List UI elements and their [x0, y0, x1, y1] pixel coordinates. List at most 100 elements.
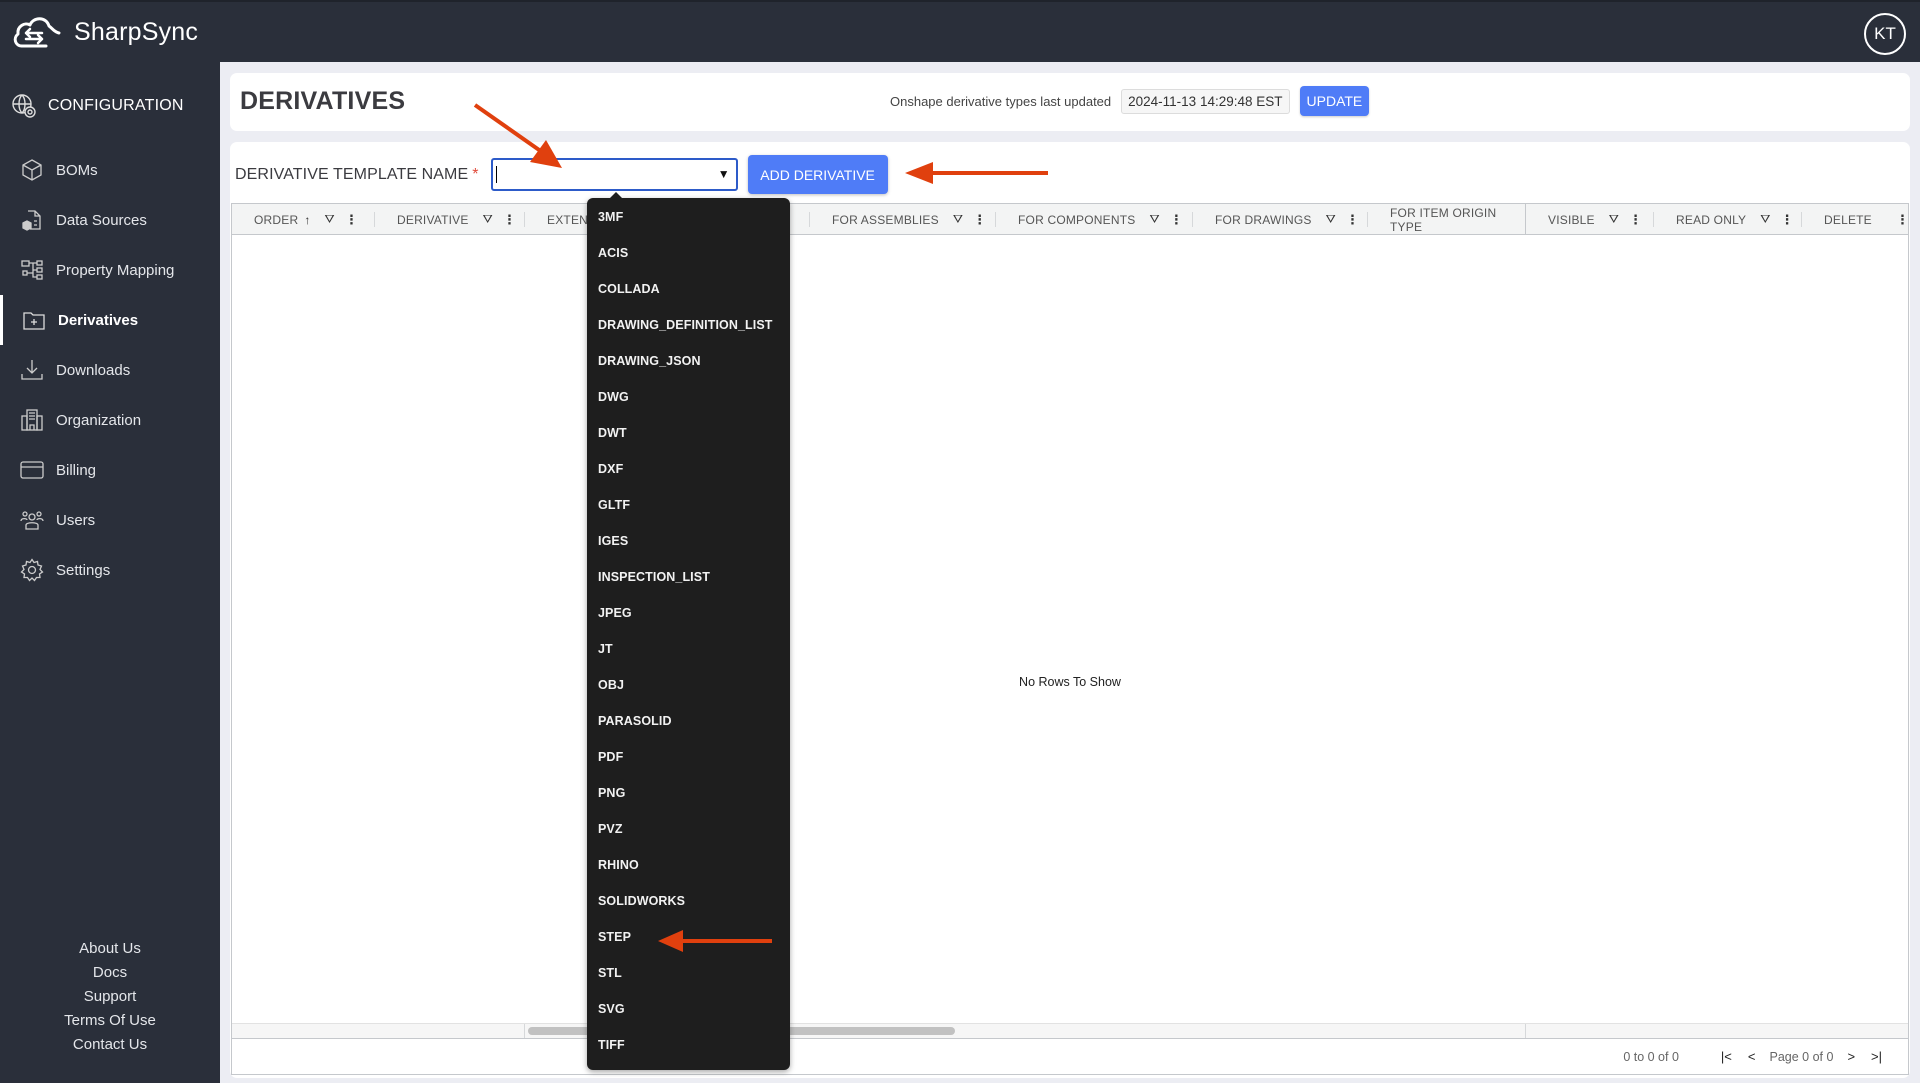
sort-ascending-icon[interactable]: ↑ — [304, 213, 310, 227]
column-header-for-item-origin-type[interactable]: FOR ITEM ORIGIN TYPE — [1368, 204, 1526, 235]
next-page-icon[interactable]: > — [1847, 1049, 1855, 1064]
filter-icon[interactable]: ⛛ — [1149, 212, 1159, 227]
sidebar-item-downloads[interactable]: Downloads — [0, 345, 220, 395]
last-updated-group: Onshape derivative types last updated 20… — [890, 86, 1370, 116]
grid-header: ORDER ↑ ⛛ ⋮ DERIVATIVE ⛛ ⋮ EXTENSION ⛛ ⋮… — [232, 204, 1909, 235]
column-menu-icon[interactable]: ⋮ — [1170, 212, 1183, 228]
template-name-label: DERIVATIVE TEMPLATE NAME * — [235, 166, 479, 184]
dropdown-option-pdf[interactable]: PDF — [587, 743, 790, 779]
sidebar-item-data-sources[interactable]: Data Sources — [0, 195, 220, 245]
column-header-read-only[interactable]: READ ONLY ⛛ ⋮ — [1654, 204, 1802, 235]
sidebar-item-label: Organization — [56, 411, 142, 429]
first-page-icon[interactable]: |< — [1721, 1049, 1732, 1064]
column-menu-icon[interactable]: ⋮ — [1346, 212, 1359, 228]
dropdown-option-inspection-list[interactable]: INSPECTION_LIST — [587, 563, 790, 599]
sidebar-item-settings[interactable]: Settings — [0, 545, 220, 595]
column-header-for-components[interactable]: FOR COMPONENTS ⛛ ⋮ — [996, 204, 1193, 235]
dropdown-option-tiff[interactable]: TIFF — [587, 1031, 790, 1067]
sidebar-item-label: Downloads — [56, 361, 131, 379]
dropdown-option-dwt[interactable]: DWT — [587, 419, 790, 455]
empty-state-message: No Rows To Show — [1019, 675, 1121, 689]
sidebar-item-users[interactable]: Users — [0, 495, 220, 545]
template-name-select[interactable]: ▼ — [490, 158, 738, 191]
column-menu-icon[interactable]: ⋮ — [1896, 212, 1909, 228]
sidebar-item-label: Billing — [56, 461, 97, 479]
filter-icon[interactable]: ⛛ — [483, 212, 493, 227]
dropdown-option-solidworks[interactable]: SOLIDWORKS — [587, 887, 790, 923]
column-menu-icon[interactable]: ⋮ — [503, 212, 516, 228]
dropdown-option-drawing-definition-list[interactable]: DRAWING_DEFINITION_LIST — [587, 311, 790, 347]
filter-icon[interactable]: ⛛ — [1326, 212, 1336, 227]
column-header-for-assemblies[interactable]: FOR ASSEMBLIES ⛛ ⋮ — [810, 204, 996, 235]
sidebar-item-property-mapping[interactable]: Property Mapping — [0, 245, 220, 295]
dropdown-option-stl[interactable]: STL — [587, 959, 790, 995]
column-header-derivative[interactable]: DERIVATIVE ⛛ ⋮ — [375, 204, 525, 235]
dropdown-option-3mf[interactable]: 3MF — [587, 203, 790, 239]
about-us-link[interactable]: About Us — [0, 937, 220, 961]
scrollbar-pinned-divider — [1525, 1024, 1526, 1038]
dropdown-option-jt[interactable]: JT — [587, 635, 790, 671]
column-header-order[interactable]: ORDER ↑ ⛛ ⋮ — [232, 204, 375, 235]
sidebar-item-label: Settings — [56, 561, 111, 579]
update-button[interactable]: UPDATE — [1299, 86, 1370, 116]
column-menu-icon[interactable]: ⋮ — [1781, 212, 1794, 228]
dropdown-option-drawing-json[interactable]: DRAWING_JSON — [587, 347, 790, 383]
column-label: VISIBLE — [1548, 212, 1595, 227]
cube-icon — [22, 159, 42, 181]
pager: 0 to 0 of 0 |< < Page 0 of 0 > >| — [1623, 1049, 1890, 1064]
filter-icon[interactable]: ⛛ — [1760, 212, 1770, 227]
column-menu-icon[interactable]: ⋮ — [1629, 212, 1642, 228]
column-menu-icon[interactable]: ⋮ — [345, 212, 358, 228]
add-derivative-button[interactable]: ADD DERIVATIVE — [747, 155, 888, 194]
column-header-visible[interactable]: VISIBLE ⛛ ⋮ — [1526, 204, 1654, 235]
sidebar-item-organization[interactable]: Organization — [0, 395, 220, 445]
property-mapping-icon — [21, 260, 43, 280]
docs-link[interactable]: Docs — [0, 961, 220, 985]
dropdown-option-step[interactable]: STEP — [587, 923, 790, 959]
data-sources-icon — [22, 210, 41, 231]
page-header: DERIVATIVES Onshape derivative types las… — [230, 73, 1910, 131]
gear-icon — [20, 558, 44, 582]
sidebar-item-billing[interactable]: Billing — [0, 445, 220, 495]
sidebar-section-configuration: CONFIGURATION — [10, 92, 184, 120]
dropdown-option-collada[interactable]: COLLADA — [587, 275, 790, 311]
brand[interactable]: SharpSync — [12, 12, 198, 52]
column-label: FOR COMPONENTS — [1018, 212, 1136, 227]
dropdown-option-acis[interactable]: ACIS — [587, 239, 790, 275]
app-name: SharpSync — [74, 17, 199, 46]
column-menu-icon[interactable]: ⋮ — [973, 212, 986, 228]
dropdown-option-iges[interactable]: IGES — [587, 527, 790, 563]
filter-icon[interactable]: ⛛ — [325, 212, 335, 227]
filter-icon[interactable]: ⛛ — [1609, 212, 1619, 227]
download-icon — [21, 360, 43, 380]
dropdown-option-parasolid[interactable]: PARASOLID — [587, 707, 790, 743]
folder-plus-icon — [23, 312, 45, 330]
dropdown-option-png[interactable]: PNG — [587, 779, 790, 815]
user-avatar[interactable]: KT — [1864, 13, 1906, 55]
column-header-delete[interactable]: DELETE ⋮ — [1802, 204, 1909, 235]
column-label: FOR DRAWINGS — [1215, 212, 1312, 227]
terms-of-use-link[interactable]: Terms Of Use — [0, 1009, 220, 1033]
dropdown-option-obj[interactable]: OBJ — [587, 671, 790, 707]
column-header-for-drawings[interactable]: FOR DRAWINGS ⛛ ⋮ — [1193, 204, 1368, 235]
caret-down-icon[interactable]: ▼ — [718, 167, 730, 181]
dropdown-option-jpeg[interactable]: JPEG — [587, 599, 790, 635]
cloud-sync-logo-icon — [13, 17, 61, 48]
dropdown-option-pvz[interactable]: PVZ — [587, 815, 790, 851]
last-page-icon[interactable]: >| — [1871, 1049, 1882, 1064]
dropdown-option-svg[interactable]: SVG — [587, 995, 790, 1031]
dropdown-option-dxf[interactable]: DXF — [587, 455, 790, 491]
dropdown-option-rhino[interactable]: RHINO — [587, 851, 790, 887]
support-link[interactable]: Support — [0, 985, 220, 1009]
credit-card-icon — [20, 461, 44, 479]
contact-us-link[interactable]: Contact Us — [0, 1033, 220, 1057]
sidebar-item-derivatives[interactable]: Derivatives — [0, 295, 220, 345]
dropdown-option-dwg[interactable]: DWG — [587, 383, 790, 419]
dropdown-option-gltf[interactable]: GLTF — [587, 491, 790, 527]
previous-page-icon[interactable]: < — [1748, 1049, 1756, 1064]
sidebar-item-boms[interactable]: BOMs — [0, 145, 220, 195]
sidebar-nav: BOMs Data Sources Property Mapping Deriv… — [0, 145, 220, 595]
filter-icon[interactable]: ⛛ — [953, 212, 963, 227]
horizontal-scrollbar[interactable] — [232, 1023, 1908, 1038]
scrollbar-pinned-spacer — [232, 1024, 525, 1038]
